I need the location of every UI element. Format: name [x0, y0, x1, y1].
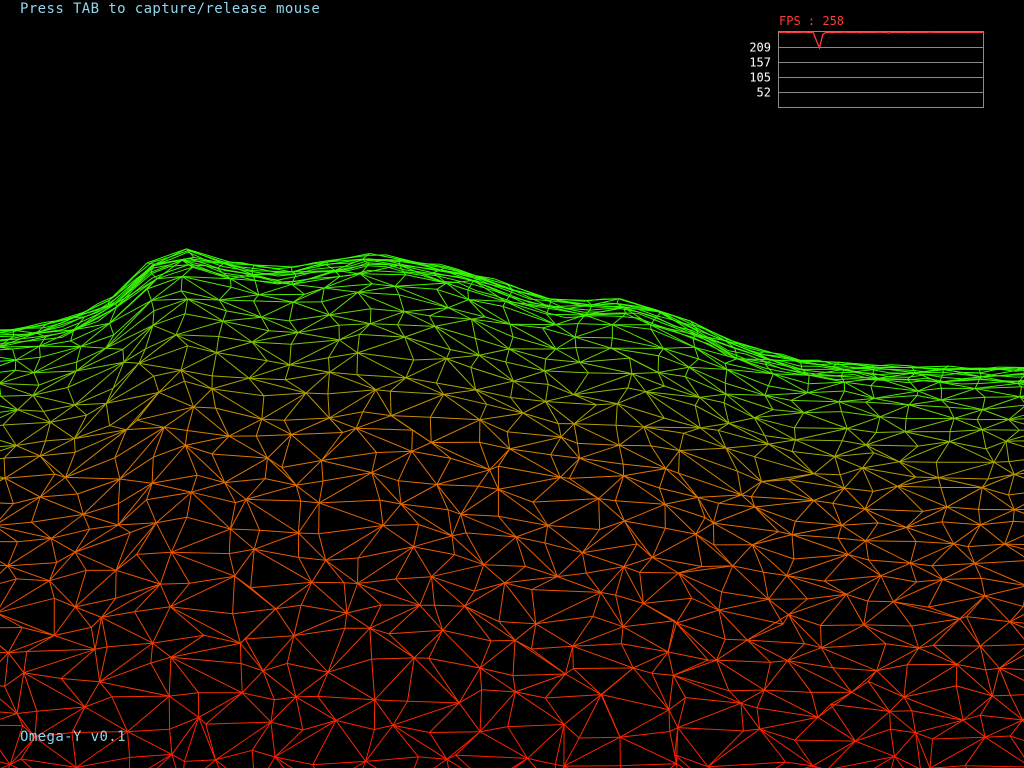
capture-hint-text: Press TAB to capture/release mouse [20, 1, 321, 17]
fps-tick-label: 105 [749, 71, 771, 85]
fps-graph-frame [778, 31, 984, 108]
fps-readout: FPS : 258 [779, 14, 845, 28]
terrain-mesh-lines [0, 248, 1024, 768]
fps-tick-label: 157 [749, 56, 771, 70]
fps-graph: 20915710552 [749, 31, 984, 108]
version-label: Omega-Y v0.1 [20, 729, 126, 745]
fps-tick-label: 52 [757, 86, 771, 100]
fps-series-line [778, 31, 984, 50]
terrain-wireframe [0, 248, 1024, 768]
game-viewport[interactable]: Press TAB to capture/release mouse Omega… [0, 0, 1024, 768]
fps-tick-label: 209 [749, 41, 771, 55]
